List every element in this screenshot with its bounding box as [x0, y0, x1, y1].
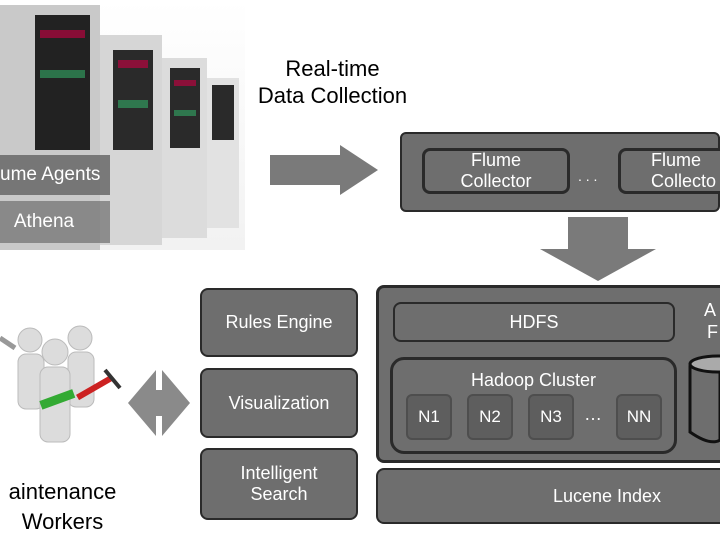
flume-collector-2: Flume Collecto [618, 148, 720, 194]
database-cylinder-icon [688, 354, 720, 444]
flume-collector-1: Flume Collector [422, 148, 570, 194]
vending-machines-image: ume Agents Athena [0, 0, 245, 250]
hadoop-cluster-title: Hadoop Cluster [470, 370, 597, 390]
workers-label-line2: Workers [21, 509, 104, 534]
workers-label-line1: aintenance [8, 479, 117, 504]
node-nn: NN [616, 394, 662, 440]
right-arrow-icon [270, 145, 378, 195]
intelligent-search-box: Intelligent Search [200, 448, 358, 520]
flow-label: Real-time Data Collection [240, 55, 425, 109]
node-n3: N3 [528, 394, 574, 440]
collector-ellipsis: . . . [578, 168, 598, 184]
rules-engine-box: Rules Engine [200, 288, 358, 357]
flume-agents-label: ume Agents [0, 155, 110, 195]
node-n2: N2 [467, 394, 513, 440]
workers-label: aintenance Workers [0, 478, 130, 535]
visualization-box: Visualization [200, 368, 358, 438]
workers-illustration [0, 325, 122, 443]
double-arrow-icon [128, 370, 190, 436]
flow-label-line2: Data Collection [257, 83, 408, 108]
hdfs-box: HDFS [393, 302, 675, 342]
lucene-index: Lucene Index [376, 468, 720, 524]
athena-label: Athena [0, 201, 110, 243]
flow-label-line1: Real-time [285, 56, 380, 81]
side-label-f: F [707, 322, 718, 342]
node-ellipsis: … [584, 404, 602, 424]
side-label-a: A [704, 300, 717, 320]
down-arrow-icon [540, 217, 656, 281]
node-n1: N1 [406, 394, 452, 440]
